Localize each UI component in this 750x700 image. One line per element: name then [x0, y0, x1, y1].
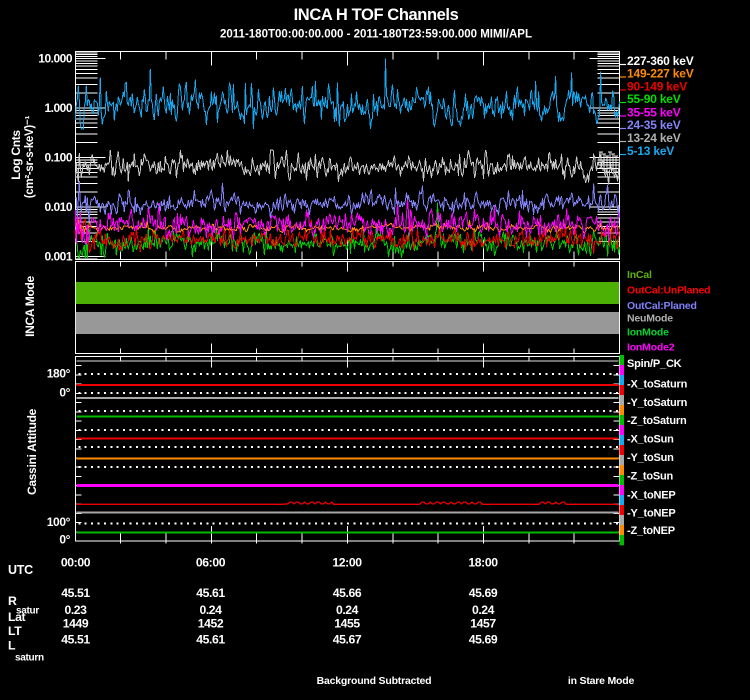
svg-text:L: L [8, 639, 16, 653]
svg-text:-X_toNEP: -X_toNEP [627, 489, 676, 501]
svg-text:12:00: 12:00 [332, 556, 362, 570]
svg-text:OutCal:Planed: OutCal:Planed [627, 300, 697, 312]
svg-text:1455: 1455 [334, 617, 360, 631]
svg-text:OutCal:UnPlaned: OutCal:UnPlaned [627, 285, 710, 297]
svg-text:45.61: 45.61 [196, 586, 225, 600]
svg-text:45.69: 45.69 [469, 586, 498, 600]
svg-text:06:00: 06:00 [196, 556, 226, 570]
svg-text:5-13 keV: 5-13 keV [627, 144, 674, 158]
svg-text:-Z_toSun: -Z_toSun [627, 471, 674, 483]
svg-text:0.100: 0.100 [44, 151, 72, 165]
svg-text:0.23: 0.23 [64, 603, 87, 617]
svg-text:LT: LT [8, 624, 22, 638]
svg-text:1452: 1452 [198, 617, 224, 631]
svg-text:10.000: 10.000 [38, 52, 73, 66]
svg-text:saturn: saturn [15, 653, 44, 664]
svg-text:Background Subtracted: Background Subtracted [317, 675, 432, 687]
svg-text:1.000: 1.000 [44, 101, 72, 115]
svg-text:INCA Mode: INCA Mode [23, 275, 37, 336]
svg-text:-X_toSun: -X_toSun [627, 434, 674, 446]
svg-text:0°: 0° [59, 533, 70, 547]
svg-text:-Z_toSaturn: -Z_toSaturn [627, 415, 687, 427]
svg-text:-Y_toSun: -Y_toSun [627, 452, 674, 464]
svg-text:24-35 keV: 24-35 keV [627, 118, 681, 132]
svg-text:Log Cnts: Log Cnts [9, 130, 23, 180]
svg-text:00:00: 00:00 [61, 556, 91, 570]
svg-text:1457: 1457 [470, 617, 496, 631]
svg-text:13-24 keV: 13-24 keV [627, 131, 681, 145]
svg-text:0.24: 0.24 [336, 603, 359, 617]
svg-text:IonMode2: IonMode2 [627, 342, 675, 354]
svg-text:in Stare Mode: in Stare Mode [568, 675, 635, 687]
svg-text:IonMode: IonMode [627, 327, 669, 339]
svg-text:2011-180T00:00:00.000 - 2011-1: 2011-180T00:00:00.000 - 2011-180T23:59:0… [220, 29, 532, 41]
svg-text:0°: 0° [59, 386, 70, 400]
svg-text:UTC: UTC [8, 563, 33, 577]
svg-text:INCA H TOF Channels: INCA H TOF Channels [294, 6, 459, 24]
svg-text:100°: 100° [47, 515, 71, 529]
svg-text:180°: 180° [47, 367, 71, 381]
svg-text:45.61: 45.61 [196, 633, 225, 647]
svg-text:1449: 1449 [63, 617, 89, 631]
svg-text:45.66: 45.66 [333, 586, 362, 600]
svg-text:Cassini Attitude: Cassini Attitude [25, 408, 39, 495]
svg-text:45.51: 45.51 [61, 633, 90, 647]
svg-text:0.24: 0.24 [199, 603, 222, 617]
svg-text:-Y_toNEP: -Y_toNEP [627, 507, 676, 519]
svg-text:0.010: 0.010 [44, 200, 72, 214]
svg-text:0.001: 0.001 [44, 250, 72, 264]
svg-text:-X_toSaturn: -X_toSaturn [627, 379, 688, 391]
svg-text:55-90 keV: 55-90 keV [627, 92, 681, 106]
svg-text:18:00: 18:00 [468, 556, 498, 570]
svg-text:45.51: 45.51 [61, 586, 90, 600]
svg-text:149-227 keV: 149-227 keV [627, 67, 694, 81]
svg-text:InCal: InCal [627, 269, 652, 281]
svg-text:NeuMode: NeuMode [627, 313, 673, 325]
svg-text:45.69: 45.69 [469, 633, 498, 647]
svg-text:(cm²-sr-s-keV)⁻¹: (cm²-sr-s-keV)⁻¹ [24, 115, 36, 198]
svg-text:Lat: Lat [8, 610, 26, 624]
svg-text:45.67: 45.67 [333, 633, 362, 647]
svg-text:0.24: 0.24 [472, 603, 495, 617]
svg-text:Spin/P_CK: Spin/P_CK [627, 358, 682, 370]
svg-text:-Y_toSaturn: -Y_toSaturn [627, 397, 688, 409]
svg-text:-Z_toNEP: -Z_toNEP [627, 525, 675, 537]
